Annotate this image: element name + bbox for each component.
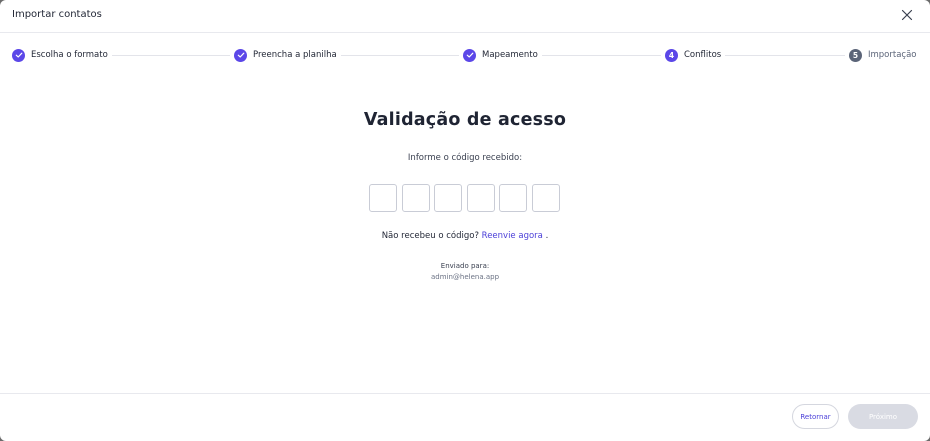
dialog-footer: Retornar Próximo <box>0 393 930 441</box>
check-icon <box>463 48 476 62</box>
import-stepper: Escolha o formato Preencha a planilha Ma… <box>0 46 930 64</box>
sent-to-label: Enviado para: <box>440 262 490 270</box>
page-title: Validação de acesso <box>363 110 567 130</box>
verification-code-input <box>369 184 560 212</box>
import-contacts-dialog: Importar contatos Escolha o formato Pree… <box>0 0 930 441</box>
step-label: Preencha a planilha <box>253 50 337 60</box>
resend-suffix: . <box>542 231 549 241</box>
resend-prompt: Não recebeu o código? <box>381 231 479 241</box>
code-instruction: Informe o código recebido: <box>407 153 523 163</box>
check-icon <box>12 48 25 62</box>
sent-to-email: admin@helena.app <box>430 273 500 281</box>
code-digit-6[interactable] <box>531 184 560 212</box>
dialog-title: Importar contatos <box>12 9 102 20</box>
step-label: Mapeamento <box>482 50 538 60</box>
step-fill-spreadsheet: Preencha a planilha <box>230 48 341 62</box>
back-button[interactable]: Retornar <box>792 404 839 429</box>
dialog-header: Importar contatos <box>0 0 930 33</box>
check-icon <box>234 48 247 62</box>
step-conflicts: 4 Conflitos <box>661 48 726 62</box>
step-number-badge: 5 <box>849 48 862 62</box>
step-label: Conflitos <box>684 50 722 60</box>
close-icon[interactable] <box>900 8 914 22</box>
step-choose-format: Escolha o formato <box>8 48 112 62</box>
step-import: 5 Importação <box>845 48 921 62</box>
step-number-badge: 4 <box>665 48 678 62</box>
resend-link[interactable]: Reenvie agora <box>482 231 543 241</box>
resend-line: Não recebeu o código? Reenvie agora . <box>0 231 930 241</box>
code-digit-1[interactable] <box>369 184 397 212</box>
code-digit-2[interactable] <box>401 184 430 212</box>
code-digit-3[interactable] <box>434 184 462 212</box>
step-label: Escolha o formato <box>31 50 108 60</box>
step-mapping: Mapeamento <box>459 48 542 62</box>
step-label: Importação <box>868 50 917 60</box>
code-digit-4[interactable] <box>466 184 495 212</box>
code-digit-5[interactable] <box>499 184 527 212</box>
next-button[interactable]: Próximo <box>848 404 918 429</box>
